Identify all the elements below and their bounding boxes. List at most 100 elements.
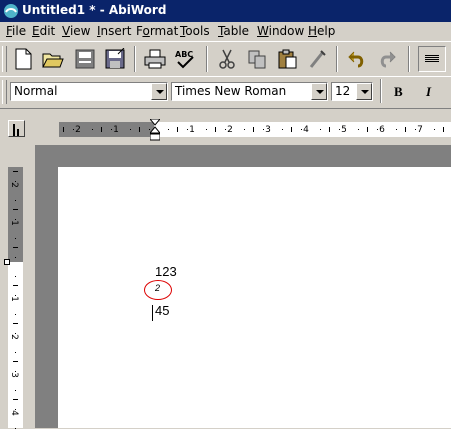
- ruler-tick: [13, 247, 18, 248]
- style-value: Normal: [14, 84, 58, 98]
- red-circle-annotation: [144, 280, 172, 300]
- format-painter-button[interactable]: [304, 46, 330, 72]
- ruler-label: 6: [379, 125, 385, 135]
- redo-arrow-icon: [380, 51, 396, 68]
- spellcheck-button[interactable]: ABC: [172, 46, 198, 72]
- ruler-label: 2: [75, 125, 81, 135]
- ruler-tick: [15, 257, 16, 258]
- cut-button[interactable]: [214, 46, 240, 72]
- ruler-label: 5: [341, 125, 347, 135]
- save-as-button[interactable]: [72, 46, 98, 72]
- copy-icon: [248, 50, 266, 69]
- standard-toolbar: ABC: [0, 41, 451, 75]
- ruler-tick: [15, 390, 16, 391]
- new-document-icon: [15, 48, 32, 70]
- menu-table[interactable]: Table: [218, 24, 249, 38]
- tab-stop-selector[interactable]: [8, 120, 25, 137]
- document-page[interactable]: [58, 167, 451, 428]
- ruler-tick: [15, 219, 16, 220]
- clipboard-icon: [278, 49, 297, 69]
- ruler-label: 2: [8, 334, 19, 340]
- ruler-tick: [187, 129, 188, 130]
- toolbar-separator: [336, 46, 338, 72]
- indent-marker-icon[interactable]: [150, 119, 160, 141]
- ruler-label: 1: [113, 125, 119, 135]
- scissors-icon: [219, 49, 235, 69]
- menu-window[interactable]: Window: [257, 24, 304, 38]
- redo-button[interactable]: [374, 46, 400, 72]
- horizontal-ruler[interactable]: 2 1 1 2 3 4 5 6 7: [59, 122, 451, 137]
- menu-insert[interactable]: Insert: [97, 24, 131, 38]
- ruler-tick: [15, 276, 16, 277]
- undo-button[interactable]: [344, 46, 370, 72]
- ruler-tick: [73, 129, 74, 130]
- ruler-tick: [63, 127, 64, 132]
- chevron-down-icon[interactable]: [356, 83, 372, 100]
- ruler-tick: [13, 209, 18, 210]
- printer-icon: [144, 49, 166, 69]
- menu-edit[interactable]: Edit: [32, 24, 55, 38]
- menu-file[interactable]: File: [6, 24, 26, 38]
- menu-view[interactable]: View: [62, 24, 90, 38]
- save-button[interactable]: [102, 46, 128, 72]
- toolbar-separator: [380, 79, 382, 103]
- ruler-label: 2: [8, 182, 19, 188]
- ruler-tick: [92, 129, 93, 130]
- format-toolbar: Normal Times New Roman 12 B I: [0, 76, 451, 106]
- ruler-tick: [15, 409, 16, 410]
- copy-button[interactable]: [244, 46, 270, 72]
- ruler-label: 4: [303, 125, 309, 135]
- ruler-tick: [101, 127, 102, 132]
- ruler-tick: [282, 129, 283, 130]
- align-justify-button[interactable]: [418, 46, 446, 72]
- chevron-down-icon[interactable]: [151, 83, 167, 100]
- undo-arrow-icon: [348, 51, 364, 68]
- ruler-tick: [367, 127, 368, 132]
- ruler-tick: [415, 129, 416, 130]
- ruler-tick: [15, 352, 16, 353]
- toolbar-grip[interactable]: [2, 80, 7, 104]
- ruler-tick: [358, 129, 359, 130]
- menu-format[interactable]: Format: [136, 24, 178, 38]
- new-button[interactable]: [10, 46, 36, 72]
- font-dropdown[interactable]: Times New Roman: [171, 82, 328, 101]
- open-button[interactable]: [40, 46, 66, 72]
- document-line-3: 45: [155, 303, 170, 318]
- print-button[interactable]: [142, 46, 168, 72]
- ruler-tick: [111, 129, 112, 130]
- ruler-tick: [339, 129, 340, 130]
- ruler-tick: [434, 129, 435, 130]
- ruler-tick: [139, 127, 140, 132]
- menu-help[interactable]: Help: [308, 24, 335, 38]
- bold-button[interactable]: B: [394, 84, 403, 100]
- ruler-tick: [15, 238, 16, 239]
- ruler-label: 3: [265, 125, 271, 135]
- spellcheck-icon: ABC: [175, 50, 194, 69]
- ruler-tick: [396, 129, 397, 130]
- ruler-tick: [301, 129, 302, 130]
- ruler-tick: [13, 171, 18, 172]
- ruler-tick: [13, 399, 18, 400]
- document-line-1: 123: [155, 264, 177, 279]
- chevron-down-icon[interactable]: [311, 83, 327, 100]
- toolbar-separator: [408, 46, 410, 72]
- menu-tools[interactable]: Tools: [180, 24, 210, 38]
- vertical-ruler[interactable]: 2 1 1 2 3 4: [8, 167, 23, 429]
- ruler-tick: [291, 127, 292, 132]
- ruler-tick: [13, 323, 18, 324]
- font-size-dropdown[interactable]: 12: [331, 82, 373, 101]
- ruler-tick: [253, 127, 254, 132]
- ruler-tick: [15, 371, 16, 372]
- italic-button[interactable]: I: [426, 84, 431, 100]
- style-dropdown[interactable]: Normal: [10, 82, 168, 101]
- paste-button[interactable]: [274, 46, 300, 72]
- ruler-tick: [263, 129, 264, 130]
- brush-icon: [309, 50, 326, 68]
- ruler-label: 1: [8, 296, 19, 302]
- toolbar-separator: [134, 46, 136, 72]
- ruler-tick: [168, 129, 169, 130]
- ruler-label: 1: [189, 125, 195, 135]
- toolbar-grip[interactable]: [2, 46, 7, 72]
- menu-bar: File Edit View Insert Format Tools Table…: [0, 22, 451, 41]
- top-margin-marker[interactable]: [4, 259, 10, 265]
